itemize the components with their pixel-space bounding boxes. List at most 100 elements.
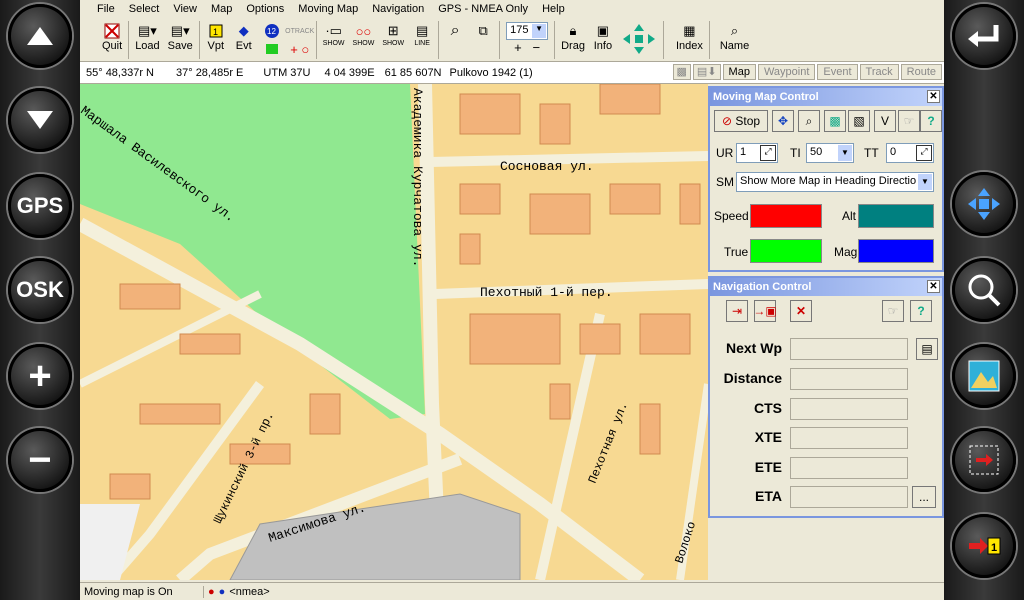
zoom-icon[interactable]: ⌕ xyxy=(798,110,820,132)
show-waypoints-button[interactable]: ○○ SHOW xyxy=(349,18,379,60)
otrack-button[interactable]: OTRACK + ○ xyxy=(285,18,314,60)
zoom-select[interactable]: 175 ▼ xyxy=(506,22,549,40)
close-icon[interactable]: ✕ xyxy=(927,280,940,293)
scroll-down-button[interactable] xyxy=(8,88,72,152)
line-button[interactable]: ▤ LINE xyxy=(408,18,436,60)
separator xyxy=(662,21,664,59)
close-icon[interactable]: ✕ xyxy=(927,90,940,103)
map-edit-icon[interactable]: ▧ xyxy=(848,110,870,132)
next-wp-field xyxy=(790,338,908,360)
menu-navigation[interactable]: Navigation xyxy=(365,3,431,15)
speed-color-swatch[interactable] xyxy=(750,204,822,228)
tab-event[interactable]: Event xyxy=(817,64,858,80)
stop-button[interactable]: ⊘ Stop xyxy=(714,110,768,132)
coordinate-bar: 55° 48,337r N 37° 28,485r E UTM 37U 4 04… xyxy=(80,62,944,84)
menu-options[interactable]: Options xyxy=(239,3,291,15)
routes-icon: ⊞ xyxy=(387,23,399,38)
drag-label: Drag xyxy=(561,40,585,52)
name-search-icon: ⌕ xyxy=(730,23,739,38)
select-waypoint-icon[interactable]: ▤ xyxy=(916,338,938,360)
enter-button[interactable] xyxy=(952,4,1016,68)
delete-icon[interactable]: ✕ xyxy=(790,300,812,322)
menu-file[interactable]: File xyxy=(90,3,122,15)
zoom-minus-icon[interactable]: − xyxy=(533,40,541,55)
select-area-button[interactable]: ⧉ xyxy=(469,18,497,60)
route-button[interactable] xyxy=(952,428,1016,492)
magnifier-button[interactable]: ⌕ xyxy=(441,18,469,60)
menu-gps[interactable]: GPS - NMEA Only xyxy=(431,3,535,15)
zoom-out-button[interactable]: − xyxy=(8,428,72,492)
drag-button[interactable]: 🔒︎ Drag xyxy=(557,18,589,60)
help-icon[interactable]: ? xyxy=(920,110,942,132)
zoom-in-button[interactable]: + xyxy=(8,344,72,408)
mag-color-swatch[interactable] xyxy=(858,239,934,263)
distance-field xyxy=(790,368,908,390)
map-select-button[interactable] xyxy=(952,344,1016,408)
spin-icon[interactable]: ⤢ xyxy=(916,145,932,161)
moving-map-control-panel: Moving Map Control ✕ ⊘ Stop ✥ ⌕ ▩ ▧ V ☞ … xyxy=(708,86,944,272)
show-track-button[interactable]: ·▭ SHOW xyxy=(319,18,349,60)
sm-select[interactable]: Show More Map in Heading Directio ▼ xyxy=(736,172,934,192)
osk-button[interactable]: OSK xyxy=(8,258,72,322)
save-button[interactable]: ▤▾ Save xyxy=(164,18,197,60)
separator xyxy=(708,21,710,59)
event-diamond-icon: ◆ xyxy=(238,23,249,38)
eta-more-button[interactable]: ... xyxy=(912,486,936,508)
gps-button[interactable]: GPS xyxy=(8,174,72,238)
separator xyxy=(315,21,317,59)
route-points-button[interactable]: 12 xyxy=(258,18,286,60)
tt-field[interactable]: 0 ⤢ xyxy=(886,143,934,163)
menu-help[interactable]: Help xyxy=(535,3,572,15)
vpt-button[interactable]: 1 Vpt xyxy=(202,18,230,60)
eta-label: ETA xyxy=(755,488,782,504)
name-label: Name xyxy=(719,40,750,52)
menu-moving-map[interactable]: Moving Map xyxy=(291,3,365,15)
zoom-plus-icon[interactable]: + xyxy=(514,40,522,55)
v-toggle-button[interactable]: V xyxy=(874,110,896,132)
name-button[interactable]: ⌕ Name xyxy=(716,18,753,60)
tab-map[interactable]: Map xyxy=(722,64,756,80)
zoom-find-button[interactable] xyxy=(952,258,1016,322)
ti-value: 50 xyxy=(810,146,823,158)
save-label: Save xyxy=(167,40,193,52)
tab-track[interactable]: Track xyxy=(859,64,899,80)
menu-view[interactable]: View xyxy=(166,3,204,15)
evt-button[interactable]: ◆ Evt xyxy=(230,18,258,60)
show-routes-button[interactable]: ⊞ SHOW xyxy=(378,18,408,60)
right-button-panel: 1 xyxy=(944,0,1024,600)
true-color-swatch[interactable] xyxy=(750,239,822,263)
number-circle-icon: 12 xyxy=(262,22,282,40)
tab-waypoint[interactable]: Waypoint xyxy=(757,64,816,80)
load-icon: ▤▾ xyxy=(138,23,157,38)
menu-select[interactable]: Select xyxy=(122,3,167,15)
route-icon[interactable]: ⇥ xyxy=(726,300,748,322)
move-icon[interactable]: ✥ xyxy=(772,110,794,132)
ti-select[interactable]: 50 ▼ xyxy=(806,143,854,163)
waypoint-button[interactable]: 1 xyxy=(952,514,1016,578)
alt-color-swatch[interactable] xyxy=(858,204,934,228)
info-icon: ▣ xyxy=(596,23,610,38)
help-icon[interactable]: ? xyxy=(910,300,932,322)
spin-icon[interactable]: ⤢ xyxy=(760,145,776,161)
menu-map[interactable]: Map xyxy=(204,3,239,15)
map-image-icon[interactable]: ▩ xyxy=(672,64,691,80)
index-button[interactable]: ▦ Index xyxy=(672,18,707,60)
ur-field[interactable]: 1 ⤢ xyxy=(736,143,778,163)
ete-label: ETE xyxy=(754,459,782,475)
load-button[interactable]: ▤▾ Load xyxy=(131,18,163,60)
map-view[interactable]: Сосновая ул. Пехотный 1-й пер. Маршала В… xyxy=(80,84,708,580)
pointer-icon[interactable]: ☞ xyxy=(898,110,920,132)
quit-button[interactable]: Quit xyxy=(98,18,126,60)
pointer-icon[interactable]: ☞ xyxy=(882,300,904,322)
map-layers-icon[interactable]: ▩ xyxy=(824,110,846,132)
move-button[interactable] xyxy=(952,172,1016,236)
waypoint-icon[interactable]: →▣ xyxy=(753,300,777,322)
info-button[interactable]: ▣ Info xyxy=(589,18,617,60)
green-square-icon xyxy=(262,40,282,58)
tab-route[interactable]: Route xyxy=(900,64,942,80)
save-map-icon[interactable]: ▤⬇ xyxy=(692,64,721,80)
scroll-up-button[interactable] xyxy=(8,4,72,68)
enter-icon xyxy=(968,25,999,47)
move-map-button[interactable] xyxy=(617,18,661,60)
view-tabs: ▩ ▤⬇ Map Waypoint Event Track Route xyxy=(671,64,942,80)
